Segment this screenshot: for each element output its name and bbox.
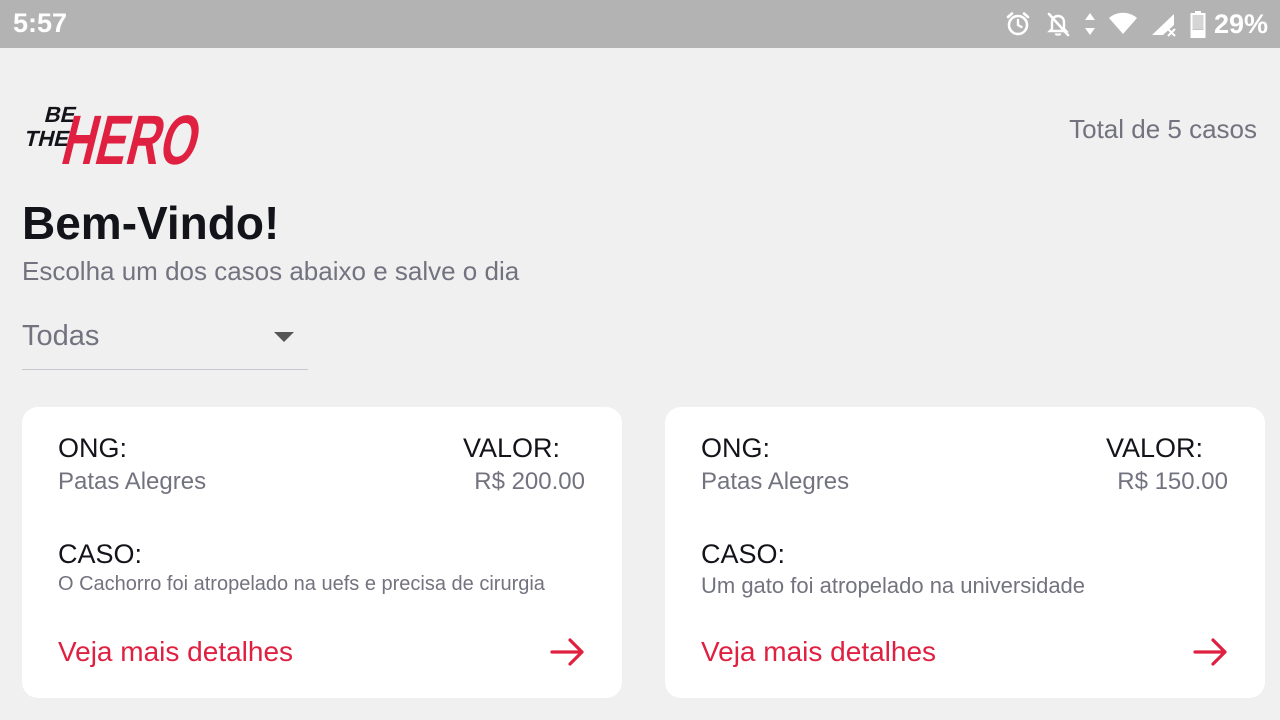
valor-label: VALOR: xyxy=(462,433,560,463)
details-label: Veja mais detalhes xyxy=(58,636,294,667)
total-cases: Total de 5 casos xyxy=(1069,114,1257,144)
status-icons: 29% xyxy=(1004,8,1268,40)
filter-selected-value: Todas xyxy=(22,320,100,352)
category-filter-select[interactable]: Todas xyxy=(22,312,308,370)
valor-value: R$ 150.00 xyxy=(1117,468,1228,495)
wifi-icon xyxy=(1108,12,1138,36)
battery-icon xyxy=(1190,10,1206,38)
battery-percent: 29% xyxy=(1213,8,1268,39)
details-button[interactable]: Veja mais detalhes xyxy=(58,636,586,668)
status-time: 5:57 xyxy=(13,8,68,38)
logo-text-hero: HERO xyxy=(55,102,208,170)
arrow-right-icon xyxy=(1193,637,1229,667)
signal-icon xyxy=(1150,11,1178,37)
ong-label: ONG: xyxy=(701,433,771,463)
valor-value: R$ 200.00 xyxy=(474,468,585,495)
ong-value: Patas Alegres xyxy=(58,468,207,495)
caso-value: O Cachorro foi atropelado na uefs e prec… xyxy=(58,573,545,595)
case-card: ONG: Patas Alegres VALOR: R$ 150.00 CASO… xyxy=(665,407,1265,698)
be-the-hero-logo: BE THE HERO xyxy=(20,88,212,180)
arrow-right-icon xyxy=(550,637,586,667)
alarm-icon xyxy=(1004,10,1032,38)
caso-label: CASO: xyxy=(58,539,143,569)
caso-label: CASO: xyxy=(701,539,786,569)
valor-label: VALOR: xyxy=(1105,433,1203,463)
page-subtitle: Escolha um dos casos abaixo e salve o di… xyxy=(22,256,520,286)
bell-off-icon xyxy=(1044,10,1072,38)
caso-value: Um gato foi atropelado na universidade xyxy=(701,573,1086,598)
case-card: ONG: Patas Alegres VALOR: R$ 200.00 CASO… xyxy=(22,407,622,698)
data-arrows-icon xyxy=(1084,11,1096,37)
details-label: Veja mais detalhes xyxy=(701,636,937,667)
ong-value: Patas Alegres xyxy=(701,468,850,495)
status-bar: 5:57 29% xyxy=(0,0,1280,48)
dropdown-caret-icon xyxy=(274,332,294,342)
page-title: Bem-Vindo! xyxy=(22,197,280,249)
ong-label: ONG: xyxy=(58,433,128,463)
details-button[interactable]: Veja mais detalhes xyxy=(701,636,1229,668)
